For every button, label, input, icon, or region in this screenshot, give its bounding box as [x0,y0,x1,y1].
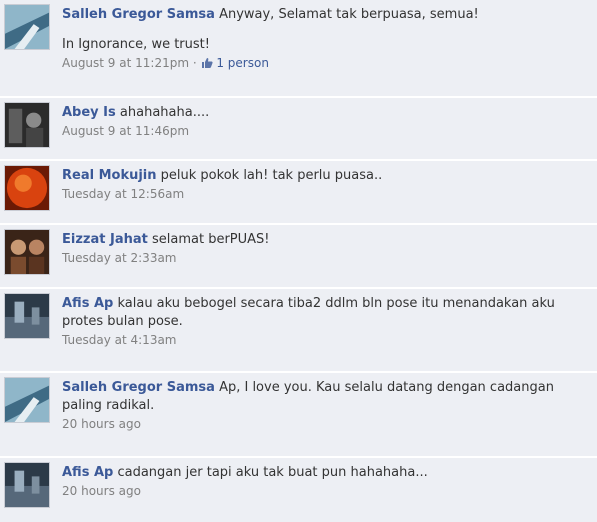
comment-item: Salleh Gregor Samsa Anyway, Selamat tak … [0,0,597,98]
avatar[interactable] [4,377,50,423]
author-link[interactable]: Real Mokujin [62,168,157,183]
author-link[interactable]: Afis Ap [62,465,113,480]
separator-dot: · [192,56,197,70]
avatar-image [5,294,49,338]
author-link[interactable]: Salleh Gregor Samsa [62,7,215,22]
avatar[interactable] [4,4,50,50]
author-link[interactable]: Abey Is [62,105,116,120]
timestamp[interactable]: August 9 at 11:46pm [62,124,189,138]
comment-item: Real Mokujin peluk pokok lah! tak perlu … [0,161,597,225]
timestamp[interactable]: 20 hours ago [62,417,141,431]
timestamp[interactable]: August 9 at 11:21pm [62,56,189,70]
timestamp[interactable]: Tuesday at 2:33am [62,251,177,265]
avatar-image [5,378,49,422]
avatar-image [5,103,49,147]
comment-text: peluk pokok lah! tak perlu puasa.. [160,168,383,183]
avatar-image [5,166,49,210]
comment-text: Anyway, Selamat tak berpuasa, semua! [219,7,479,22]
comment-item: Afis Ap kalau aku bebogel secara tiba2 d… [0,289,597,373]
author-link[interactable]: Eizzat Jahat [62,232,148,247]
timestamp[interactable]: 20 hours ago [62,484,141,498]
avatar[interactable] [4,165,50,211]
comment-text: ahahahaha.... [119,105,210,120]
avatar-image [5,463,49,507]
timestamp[interactable]: Tuesday at 4:13am [62,333,177,347]
avatar[interactable] [4,102,50,148]
avatar[interactable] [4,462,50,508]
comment-item: Salleh Gregor Samsa Ap, I love you. Kau … [0,373,597,458]
comment-text: cadangan jer tapi aku tak buat pun hahah… [117,465,428,480]
comment-text: selamat berPUAS! [151,232,270,247]
comment-item: Afis Ap cadangan jer tapi aku tak buat p… [0,458,597,522]
like-count: 1 person [216,56,269,70]
comment-item: Abey Is ahahahaha.... August 9 at 11:46p… [0,98,597,161]
author-link[interactable]: Salleh Gregor Samsa [62,380,215,395]
like-count-link[interactable]: 1 person [201,56,269,70]
avatar[interactable] [4,229,50,275]
avatar-image [5,230,49,274]
comment-item: Eizzat Jahat selamat berPUAS! Tuesday at… [0,225,597,289]
comment-text: kalau aku bebogel secara tiba2 ddlm bln … [62,296,555,329]
timestamp[interactable]: Tuesday at 12:56am [62,187,184,201]
avatar-image [5,5,49,49]
avatar[interactable] [4,293,50,339]
thumbs-up-icon [201,58,213,68]
author-link[interactable]: Afis Ap [62,296,113,311]
comment-feed: Salleh Gregor Samsa Anyway, Selamat tak … [0,0,597,522]
comment-text-line-2: In Ignorance, we trust! [62,37,210,52]
